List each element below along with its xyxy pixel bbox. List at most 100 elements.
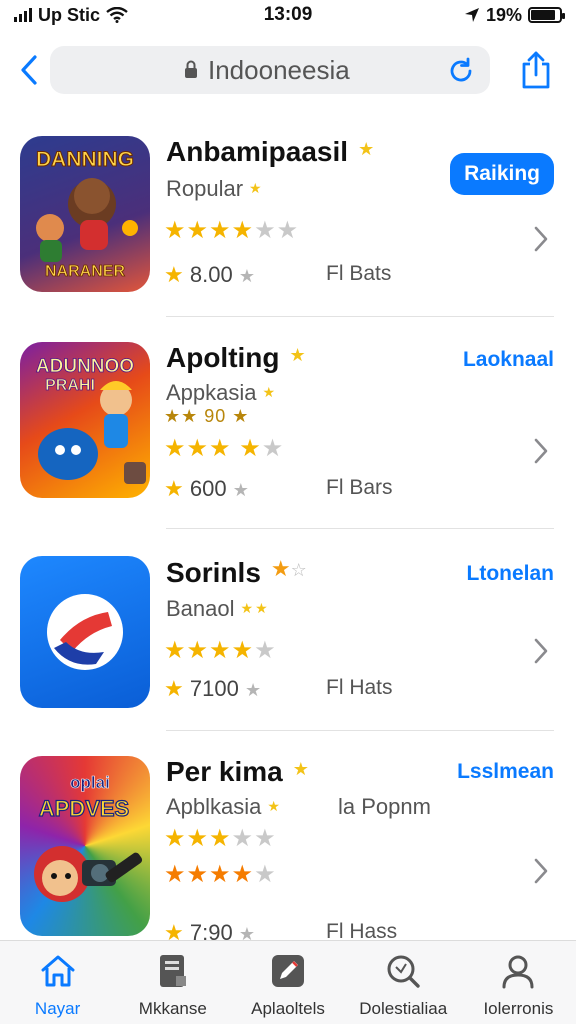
- action-button[interactable]: Lsslmean: [457, 760, 554, 784]
- tab-profile[interactable]: Iolerronis: [461, 941, 576, 1024]
- icon-title-text: ADUNNOO: [36, 356, 134, 377]
- action-button[interactable]: Laoknaal: [463, 348, 554, 372]
- divider: [166, 316, 554, 317]
- game-art-icon: ADUNNOO PRAHI: [36, 356, 146, 484]
- star-icon: ★: [292, 759, 309, 779]
- app-category: Appkasia ★: [166, 380, 275, 406]
- wifi-icon: [106, 7, 128, 23]
- app-category: Apblkasia ★: [166, 794, 280, 820]
- icon-subtitle-text: NARANER: [45, 263, 125, 280]
- tab-label: Nayar: [34, 999, 81, 1018]
- rating-line: ★ 600 ★: [164, 476, 249, 502]
- chevron-right-icon[interactable]: [532, 436, 550, 466]
- star-icon: ★: [255, 600, 268, 616]
- list-item[interactable]: Sorinls ★☆ Banaol ★ ★ ★★★★★ ★ 7100 ★ Fl Hat…: [0, 556, 576, 756]
- app-icon-game[interactable]: DANNING NARANER: [20, 136, 150, 292]
- app-meta: Fl Bars: [326, 476, 393, 499]
- person-icon: [498, 951, 538, 991]
- search-icon: [185, 60, 197, 78]
- app-title: Sorinls ★☆: [166, 556, 307, 589]
- app-category-text: Appkasia: [166, 380, 257, 405]
- app-icon-blue[interactable]: [20, 556, 150, 708]
- document-icon: [153, 951, 193, 991]
- app-icon-game[interactable]: oplai APDVES: [20, 756, 150, 936]
- icon-title-text: DANNING: [36, 148, 134, 171]
- star-icon: ★: [232, 480, 249, 500]
- tab-documents[interactable]: Mkkanse: [115, 941, 230, 1024]
- sub-rating: ★★ 90 ★: [164, 406, 249, 427]
- rating-value: 7100: [189, 676, 239, 701]
- rating-value: 8.00: [189, 262, 233, 287]
- divider: [166, 730, 554, 731]
- icon-subtitle-text: PRAHI: [45, 377, 95, 394]
- rating-line: ★ 8.00 ★: [164, 262, 255, 288]
- tab-bar: Nayar Mkkanse Aplaoltels Dolestialiaa Io…: [0, 940, 576, 1024]
- home-icon: [38, 951, 78, 991]
- reload-icon[interactable]: [446, 56, 476, 86]
- tab-search[interactable]: Dolestialiaa: [346, 941, 461, 1024]
- icon-title-text: oplai: [70, 773, 110, 792]
- app-icon-game[interactable]: ADUNNOO PRAHI: [20, 342, 150, 498]
- rating-value: 600: [189, 476, 227, 501]
- search-field[interactable]: Indooneesia: [50, 46, 490, 94]
- back-button[interactable]: [12, 50, 46, 90]
- app-title-text: Sorinls: [166, 557, 261, 588]
- filled-stars: ★★★: [164, 825, 232, 852]
- nav-bar: Indooneesia: [0, 40, 576, 100]
- tab-home[interactable]: Nayar: [0, 941, 115, 1024]
- app-meta: Fl Hats: [326, 676, 393, 699]
- chevron-right-icon[interactable]: [532, 856, 550, 886]
- app-title: Anbamipaasil ★: [166, 136, 374, 168]
- list-item[interactable]: ADUNNOO PRAHI Apolting ★ Appkasia ★ ★★ 90 …: [0, 342, 576, 542]
- empty-stars: ★★: [231, 825, 277, 852]
- game-art-icon: oplai APDVES: [34, 773, 143, 902]
- sub-star-rating: ★★★★★: [164, 824, 277, 853]
- empty-stars: ★★: [254, 217, 300, 244]
- battery-icon: [528, 7, 565, 23]
- app-title-text: Per kima: [166, 756, 283, 787]
- star-icon: ★: [238, 266, 255, 286]
- star-icon: ★: [240, 600, 254, 616]
- app-category: Ropular ★: [166, 176, 262, 202]
- app-extra-text: la Popnm: [338, 794, 431, 819]
- ranking-button[interactable]: Raiking: [450, 153, 554, 195]
- battery-fill: [531, 10, 555, 20]
- star-icon: ★: [244, 680, 262, 700]
- star-icon: ★: [164, 676, 184, 701]
- star-rating: ★★★★★: [164, 860, 277, 889]
- app-title: Per kima ★: [166, 756, 309, 788]
- rating-line: ★ 7100 ★: [164, 676, 261, 702]
- list-item[interactable]: DANNING NARANER Anbamipaasil ★ Ropular ★ ★…: [0, 136, 576, 336]
- edit-icon: [268, 951, 308, 991]
- chevron-right-icon[interactable]: [532, 224, 550, 254]
- game-art-icon: DANNING NARANER: [36, 148, 138, 280]
- sub-rating-text: ★★ 90 ★: [164, 406, 250, 426]
- filled-stars: ★★★ ★: [164, 435, 262, 462]
- app-logo-icon: [47, 594, 123, 670]
- share-button[interactable]: [516, 48, 556, 92]
- tab-apps[interactable]: Aplaoltels: [230, 941, 345, 1024]
- status-right: 19%: [464, 4, 565, 26]
- signal-icon: [14, 8, 32, 22]
- app-title: Apolting ★: [166, 342, 306, 374]
- list-item[interactable]: oplai APDVES Per kima ★ Apblkasia ★ la Pop…: [0, 756, 576, 956]
- star-icon: ★: [267, 798, 280, 814]
- status-left: Up Stic: [14, 5, 128, 26]
- app-category-text: Ropular: [166, 176, 244, 201]
- app-category: Banaol ★ ★: [166, 596, 268, 622]
- app-title-text: Apolting: [166, 342, 280, 373]
- app-meta: Fl Bats: [326, 262, 392, 285]
- star-rating: ★★★★★: [164, 636, 277, 665]
- battery-percent: 19%: [485, 4, 522, 25]
- action-button[interactable]: Ltonelan: [467, 562, 555, 586]
- carrier-name: Up Stic: [38, 4, 101, 25]
- search-text: Indooneesia: [208, 54, 350, 85]
- star-outline-icon: ☆: [290, 560, 307, 580]
- status-bar: Up Stic 13:09 19%: [0, 0, 576, 30]
- divider: [166, 528, 554, 529]
- chevron-right-icon[interactable]: [532, 636, 550, 666]
- star-rating: ★★★ ★★: [164, 434, 284, 463]
- star-icon: ★: [164, 262, 184, 287]
- app-title-text: Anbamipaasil: [166, 136, 349, 167]
- star-icon: ★: [358, 139, 375, 159]
